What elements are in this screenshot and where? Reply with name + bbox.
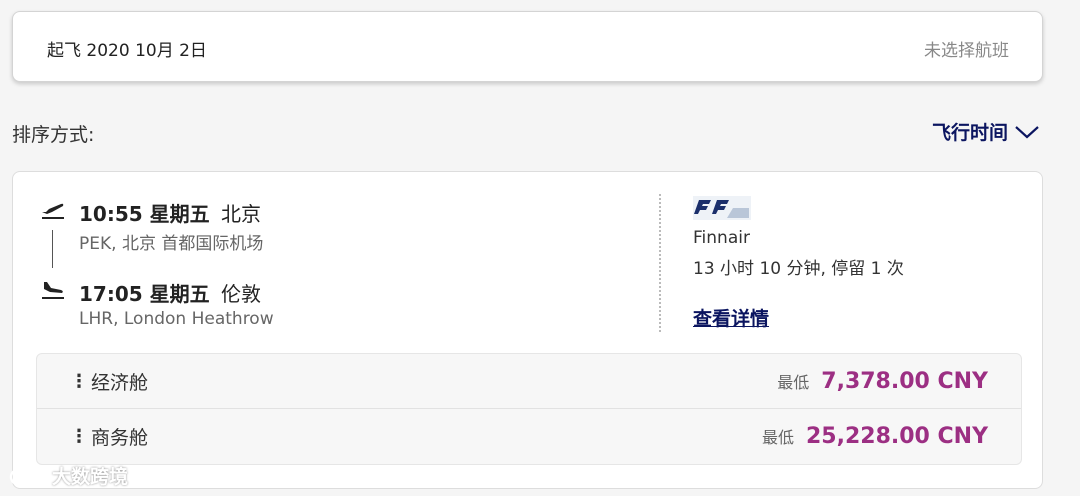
landing-icon [41, 280, 65, 300]
arrival-city: 伦敦 [221, 282, 261, 306]
airline-logo [693, 194, 751, 220]
price-group: 最低 7,378.00 CNY [777, 369, 988, 394]
chevron-down-icon [1014, 124, 1040, 140]
fare-options: ⋮ 经济舱 最低 7,378.00 CNY ⋮ 商务舱 最低 25,228.00… [36, 353, 1022, 465]
flight-selection-status: 未选择航班 [924, 41, 1009, 61]
from-label: 最低 [761, 428, 794, 447]
from-label: 最低 [777, 372, 810, 392]
watermark-text: 大数跨境 [52, 466, 129, 488]
cabin-class: 经济舱 [91, 371, 149, 394]
view-details-link[interactable]: 查看详情 [693, 304, 769, 331]
fare-price: 7,378.00 CNY [821, 368, 988, 394]
departure-airport: PEK, 北京 首都国际机场 [79, 234, 264, 254]
arrival-time: 17:05 星期五 [79, 282, 210, 306]
flight-card: 10:55 星期五 北京 PEK, 北京 首都国际机场 17:05 星期五 伦敦… [12, 171, 1043, 489]
watermark: 大数跨境 [8, 462, 128, 489]
departure-city: 北京 [221, 202, 261, 226]
takeoff-icon [41, 200, 65, 220]
date-card[interactable]: 起飞 2020 10月 2日 未选择航班 [12, 11, 1043, 82]
fare-row-economy[interactable]: ⋮ 经济舱 最低 7,378.00 CNY [37, 354, 1021, 409]
cabin-class: 商务舱 [91, 427, 149, 449]
more-options-icon[interactable]: ⋮ [70, 426, 88, 447]
timeline-connector [52, 230, 53, 268]
departure-date: 起飞 2020 10月 2日 [47, 41, 207, 61]
sort-label: 排序方式: [12, 124, 95, 146]
flight-duration: 13 小时 10 分钟, 停留 1 次 [693, 259, 904, 279]
fare-price: 25,228.00 CNY [805, 424, 988, 449]
more-options-icon[interactable]: ⋮ [70, 371, 88, 392]
sort-value: 飞行时间 [931, 122, 1008, 144]
airline-name: Finnair [693, 228, 750, 248]
watermark-logo-icon [8, 465, 48, 487]
divider [659, 194, 661, 332]
departure-time: 10:55 星期五 [79, 202, 210, 226]
fare-row-business[interactable]: ⋮ 商务舱 最低 25,228.00 CNY [37, 409, 1021, 464]
price-group: 最低 25,228.00 CNY [762, 424, 988, 449]
arrival-airport: LHR, London Heathrow [79, 309, 274, 329]
sort-dropdown[interactable]: 飞行时间 [932, 118, 1040, 145]
